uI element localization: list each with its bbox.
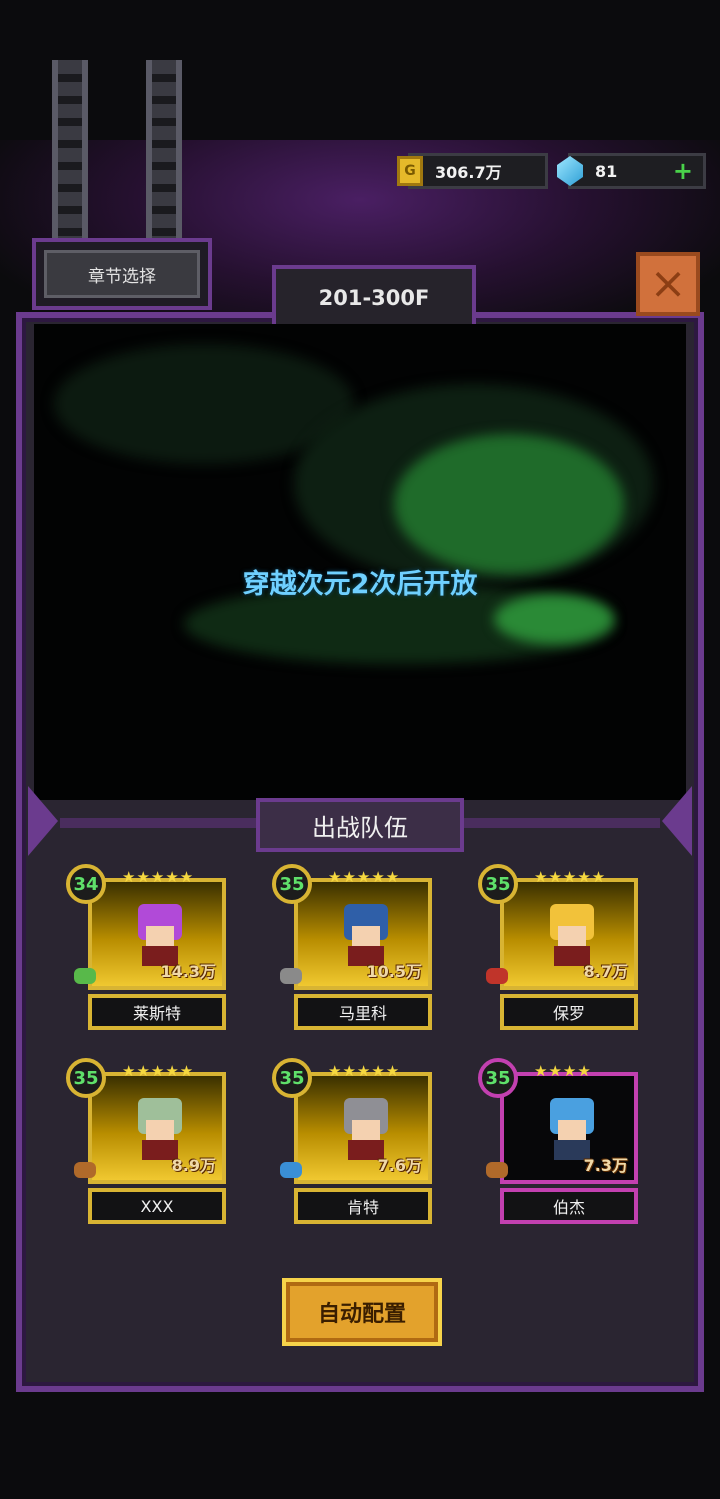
- banner-line-left: [60, 818, 256, 828]
- hero-level-badge: 34: [66, 864, 106, 904]
- hero-power: 8.7万: [583, 962, 628, 981]
- hero-name: 保罗: [500, 994, 638, 1030]
- hero-power: 7.3万: [583, 1156, 628, 1175]
- hero-portrait: 10.5万: [294, 878, 432, 990]
- hero-card[interactable]: 10.5万 ★★★★★ 35 马里科: [272, 864, 438, 1038]
- hero-stars: ★★★★★: [534, 868, 607, 886]
- gem-amount: 81: [595, 161, 618, 181]
- hero-face: [558, 1120, 586, 1140]
- hero-face: [146, 1120, 174, 1140]
- locked-stage-view: 穿越次元2次后开放: [34, 324, 686, 800]
- stage-green-glow: [394, 434, 624, 574]
- hero-face: [352, 1120, 380, 1140]
- hero-card[interactable]: 14.3万 ★★★★★ 34 莱斯特: [66, 864, 232, 1038]
- hero-level-badge: 35: [478, 864, 518, 904]
- hero-stars: ★★★★★: [122, 1062, 195, 1080]
- hero-portrait: 7.3万: [500, 1072, 638, 1184]
- hero-level-badge: 35: [478, 1058, 518, 1098]
- hero-level-badge: 35: [272, 1058, 312, 1098]
- hero-stars: ★★★★★: [122, 868, 195, 886]
- hero-name: XXX: [88, 1188, 226, 1224]
- hero-portrait: 8.9万: [88, 1072, 226, 1184]
- hero-portrait: 7.6万: [294, 1072, 432, 1184]
- hero-name: 莱斯特: [88, 994, 226, 1030]
- close-button[interactable]: ×: [636, 252, 700, 316]
- banner-line-right: [464, 818, 660, 828]
- hero-sprite: [132, 904, 188, 966]
- left-chain-decoration: [52, 60, 88, 250]
- gold-currency-bar: G 306.7万: [397, 153, 548, 189]
- hero-sprite: [338, 1098, 394, 1160]
- hero-card[interactable]: 7.3万 ★★★★ 35 伯杰: [478, 1058, 644, 1232]
- hero-face: [146, 926, 174, 946]
- weapon-icon: [74, 968, 96, 984]
- weapon-icon: [280, 968, 302, 984]
- add-gems-button[interactable]: +: [673, 159, 693, 183]
- hero-power: 7.6万: [377, 1156, 422, 1175]
- team-title: 出战队伍: [256, 798, 464, 852]
- hero-sprite: [544, 1098, 600, 1160]
- hero-power: 8.9万: [171, 1156, 216, 1175]
- hero-sprite: [132, 1098, 188, 1160]
- stage-lock-message: 穿越次元2次后开放: [242, 569, 478, 600]
- hero-sprite: [338, 904, 394, 966]
- hero-level-badge: 35: [66, 1058, 106, 1098]
- hero-power: 10.5万: [366, 962, 422, 981]
- hero-name: 肯特: [294, 1188, 432, 1224]
- hero-stars: ★★★★: [534, 1062, 592, 1080]
- hero-name: 马里科: [294, 994, 432, 1030]
- right-chain-decoration: [146, 60, 182, 250]
- weapon-icon: [280, 1162, 302, 1178]
- auto-config-button[interactable]: 自动配置: [282, 1278, 442, 1346]
- weapon-icon: [486, 968, 508, 984]
- gold-coin-icon: G: [397, 156, 423, 186]
- hero-card[interactable]: 8.7万 ★★★★★ 35 保罗: [478, 864, 644, 1038]
- hero-card[interactable]: 8.9万 ★★★★★ 35 XXX: [66, 1058, 232, 1232]
- gold-amount: 306.7万: [435, 163, 502, 182]
- hero-face: [558, 926, 586, 946]
- hero-stars: ★★★★★: [328, 868, 401, 886]
- hero-name: 伯杰: [500, 1188, 638, 1224]
- weapon-icon: [486, 1162, 508, 1178]
- floor-range-tab: 201-300F: [272, 265, 476, 327]
- hero-power: 14.3万: [160, 962, 216, 981]
- chapter-select-button[interactable]: 章节选择: [32, 238, 212, 310]
- hero-stars: ★★★★★: [328, 1062, 401, 1080]
- chapter-select-label: 章节选择: [44, 250, 200, 298]
- hero-portrait: 8.7万: [500, 878, 638, 990]
- hero-face: [352, 926, 380, 946]
- stage-green-glow: [494, 594, 614, 644]
- weapon-icon: [74, 1162, 96, 1178]
- hero-card[interactable]: 7.6万 ★★★★★ 35 肯特: [272, 1058, 438, 1232]
- close-icon: ×: [649, 258, 687, 309]
- hero-level-badge: 35: [272, 864, 312, 904]
- hero-sprite: [544, 904, 600, 966]
- hero-portrait: 14.3万: [88, 878, 226, 990]
- gem-currency-bar: 81 +: [557, 153, 706, 189]
